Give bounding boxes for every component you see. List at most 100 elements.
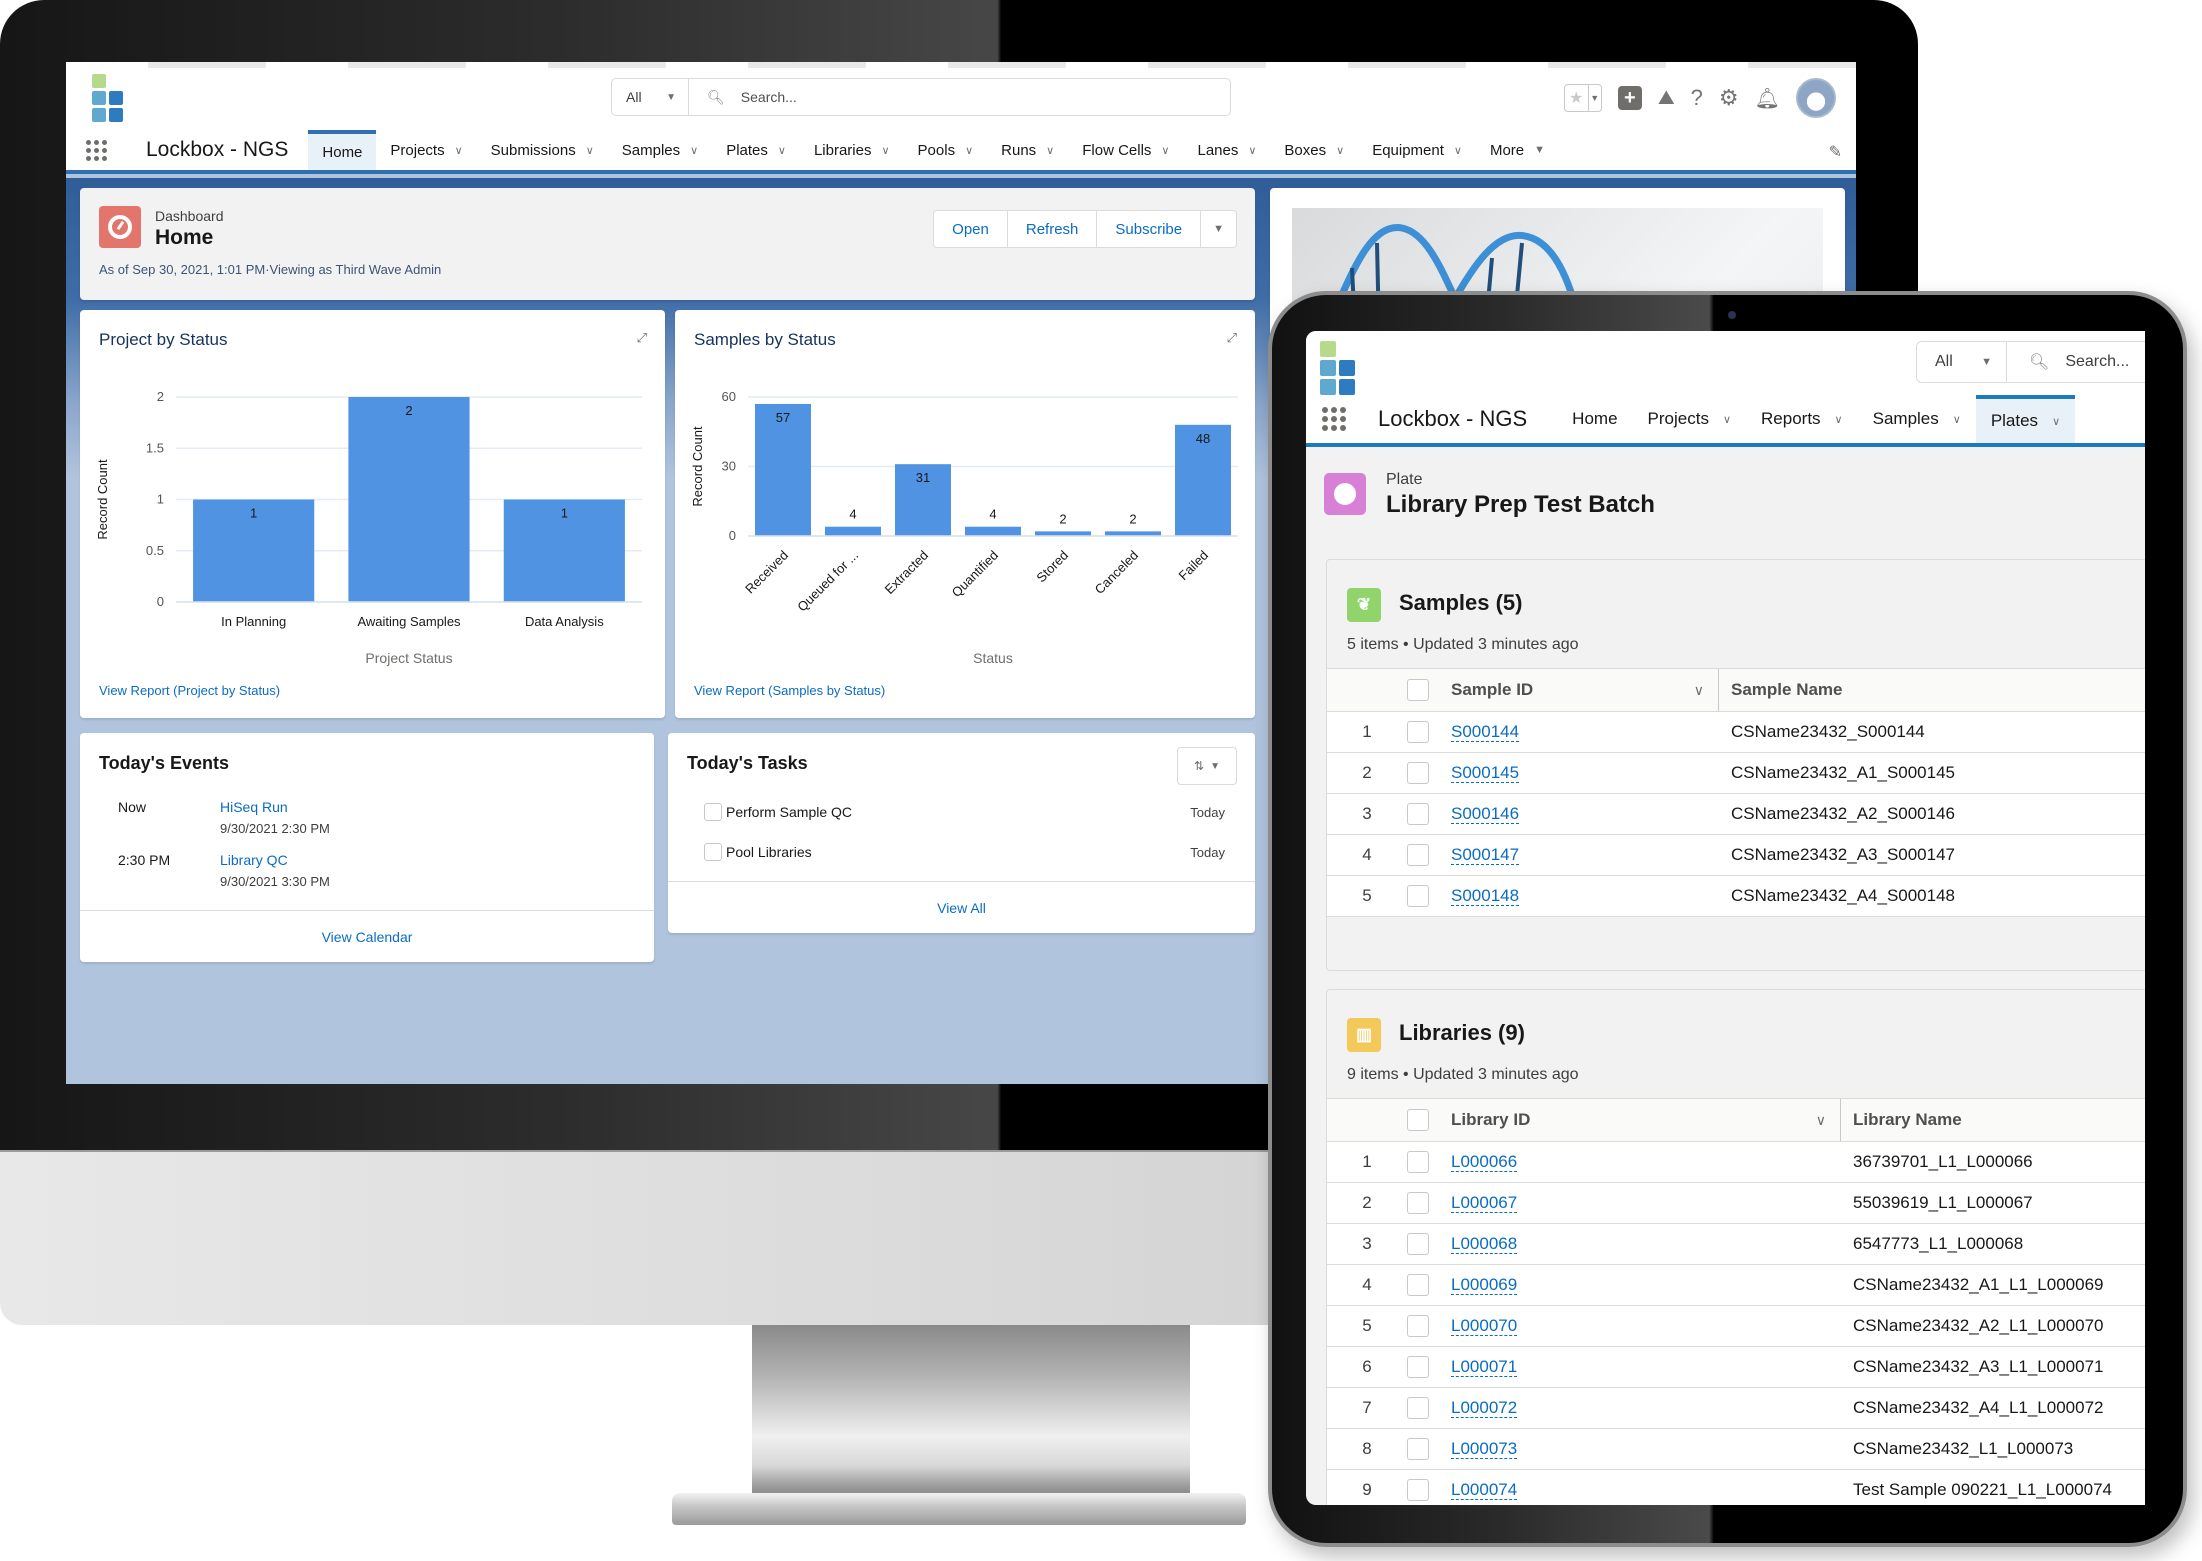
select-all-checkbox[interactable] — [1407, 1109, 1429, 1131]
global-actions-plus-icon[interactable]: + — [1617, 86, 1642, 110]
chevron-down-icon[interactable]: ∨ — [690, 144, 698, 157]
bar[interactable] — [348, 397, 470, 602]
more-actions-caret-icon[interactable]: ▼ — [1201, 211, 1236, 247]
chevron-down-icon[interactable]: ∨ — [1161, 144, 1169, 157]
favorites-button[interactable]: ★ ▼ — [1563, 84, 1602, 112]
row-checkbox[interactable] — [1407, 1192, 1429, 1214]
nav-tab-pools[interactable]: Pools ∨ — [904, 130, 988, 170]
chevron-down-icon[interactable]: ∨ — [1694, 682, 1704, 699]
chevron-down-icon[interactable]: ∨ — [1723, 413, 1731, 426]
search-input[interactable]: Search... — [2065, 353, 2129, 371]
refresh-button[interactable]: Refresh — [1008, 211, 1098, 247]
record-id-link[interactable]: L000074 — [1451, 1480, 1518, 1501]
record-id-link[interactable]: L000070 — [1451, 1316, 1518, 1337]
row-checkbox[interactable] — [1407, 1151, 1429, 1173]
record-id-link[interactable]: L000073 — [1451, 1439, 1518, 1460]
expand-icon[interactable]: ⤢ — [637, 330, 647, 346]
row-checkbox[interactable] — [1407, 1274, 1429, 1296]
nav-tab-boxes[interactable]: Boxes ∨ — [1270, 130, 1358, 170]
view-all-tasks-link[interactable]: View All — [668, 881, 1255, 933]
chevron-down-icon[interactable]: ∨ — [2052, 415, 2060, 428]
favorites-dropdown-icon[interactable]: ▼ — [1587, 85, 1601, 111]
setup-gear-icon[interactable]: ⚙ — [1719, 85, 1739, 111]
star-icon[interactable]: ★ — [1565, 85, 1588, 111]
trailhead-icon[interactable]: ⛰ — [1658, 87, 1675, 110]
related-list-title[interactable]: Samples (5) — [1399, 590, 1523, 616]
chevron-down-icon[interactable]: ∨ — [1248, 144, 1256, 157]
bar[interactable] — [825, 526, 881, 536]
nav-tab-projects[interactable]: Projects ∨ — [1633, 395, 1746, 443]
column-header-library-name[interactable]: Library Name — [1841, 1110, 1962, 1130]
view-report-link[interactable]: View Report (Project by Status) — [99, 683, 280, 698]
chevron-down-icon[interactable]: ∨ — [1454, 144, 1462, 157]
row-checkbox[interactable] — [1407, 1397, 1429, 1419]
help-icon[interactable]: ? — [1691, 85, 1703, 111]
record-id-link[interactable]: S000144 — [1451, 722, 1520, 743]
search-scope-select[interactable]: All ▼ — [612, 79, 689, 115]
open-button[interactable]: Open — [934, 211, 1008, 247]
record-id-link[interactable]: S000145 — [1451, 763, 1520, 784]
record-id-link[interactable]: L000068 — [1451, 1234, 1518, 1255]
row-checkbox[interactable] — [1407, 844, 1429, 866]
search-input[interactable]: Search... — [741, 89, 797, 105]
nav-tab-projects[interactable]: Projects ∨ — [376, 130, 476, 170]
expand-icon[interactable]: ⤢ — [1227, 330, 1237, 346]
notifications-bell-icon[interactable]: 🔔︎ — [1755, 86, 1780, 111]
nav-tab-libraries[interactable]: Libraries ∨ — [800, 130, 904, 170]
view-calendar-link[interactable]: View Calendar — [80, 910, 654, 962]
app-launcher-button[interactable] — [1306, 395, 1362, 443]
subscribe-button[interactable]: Subscribe — [1097, 211, 1202, 247]
row-checkbox[interactable] — [1407, 803, 1429, 825]
row-checkbox[interactable] — [1407, 721, 1429, 743]
related-list-title[interactable]: Libraries (9) — [1399, 1020, 1525, 1046]
chevron-down-icon[interactable]: ∨ — [455, 144, 463, 157]
app-launcher-button[interactable] — [66, 130, 126, 170]
chevron-down-icon[interactable]: ∨ — [881, 144, 889, 157]
chevron-down-icon[interactable]: ∨ — [965, 144, 973, 157]
event-link[interactable]: HiSeq Run — [220, 799, 288, 815]
row-checkbox[interactable] — [1407, 1233, 1429, 1255]
nav-tab-flow-cells[interactable]: Flow Cells ∨ — [1068, 130, 1183, 170]
nav-tab-samples[interactable]: Samples ∨ — [608, 130, 712, 170]
global-search[interactable]: All ▼ 🔍︎ Search... — [611, 78, 1231, 116]
record-id-link[interactable]: L000069 — [1451, 1275, 1518, 1296]
chevron-down-icon[interactable]: ∨ — [1046, 144, 1054, 157]
chevron-down-icon[interactable]: ∨ — [1816, 1112, 1826, 1129]
record-id-link[interactable]: L000067 — [1451, 1193, 1518, 1214]
nav-tab-submissions[interactable]: Submissions ∨ — [477, 130, 608, 170]
event-link[interactable]: Library QC — [220, 852, 288, 868]
view-report-link[interactable]: View Report (Samples by Status) — [694, 683, 885, 698]
edit-nav-pencil-icon[interactable]: ✎ — [1829, 142, 1842, 162]
column-header-sample-name[interactable]: Sample Name — [1719, 680, 1843, 700]
caret-down-icon[interactable]: ▼ — [1534, 144, 1545, 156]
chevron-down-icon[interactable]: ∨ — [586, 144, 594, 157]
row-checkbox[interactable] — [1407, 1356, 1429, 1378]
row-checkbox[interactable] — [1407, 1315, 1429, 1337]
search-scope-select[interactable]: All ▼ — [1917, 342, 2007, 382]
global-search[interactable]: All ▼ 🔍︎ Search... — [1916, 341, 2145, 383]
task-checkbox[interactable] — [704, 803, 722, 821]
chevron-down-icon[interactable]: ∨ — [1835, 413, 1843, 426]
nav-tab-home[interactable]: Home — [308, 130, 377, 170]
bar[interactable] — [965, 526, 1021, 536]
nav-tab-more[interactable]: More ▼ — [1476, 130, 1559, 170]
row-checkbox[interactable] — [1407, 885, 1429, 907]
row-checkbox[interactable] — [1407, 1438, 1429, 1460]
nav-tab-samples[interactable]: Samples ∨ — [1858, 395, 1976, 443]
nav-tab-equipment[interactable]: Equipment ∨ — [1358, 130, 1476, 170]
nav-tab-lanes[interactable]: Lanes ∨ — [1183, 130, 1270, 170]
nav-tab-reports[interactable]: Reports ∨ — [1746, 395, 1858, 443]
nav-tab-plates[interactable]: Plates ∨ — [1975, 395, 2076, 443]
user-avatar[interactable] — [1796, 78, 1836, 118]
record-id-link[interactable]: S000148 — [1451, 886, 1520, 907]
column-header-sample-id[interactable]: Sample ID ∨ — [1447, 669, 1719, 711]
nav-tab-runs[interactable]: Runs ∨ — [987, 130, 1068, 170]
row-checkbox[interactable] — [1407, 762, 1429, 784]
nav-tab-home[interactable]: Home — [1557, 395, 1632, 443]
record-id-link[interactable]: S000147 — [1451, 845, 1520, 866]
chevron-down-icon[interactable]: ∨ — [778, 144, 786, 157]
column-header-library-id[interactable]: Library ID ∨ — [1447, 1099, 1841, 1141]
record-id-link[interactable]: S000146 — [1451, 804, 1520, 825]
task-checkbox[interactable] — [704, 843, 722, 861]
record-id-link[interactable]: L000071 — [1451, 1357, 1518, 1378]
